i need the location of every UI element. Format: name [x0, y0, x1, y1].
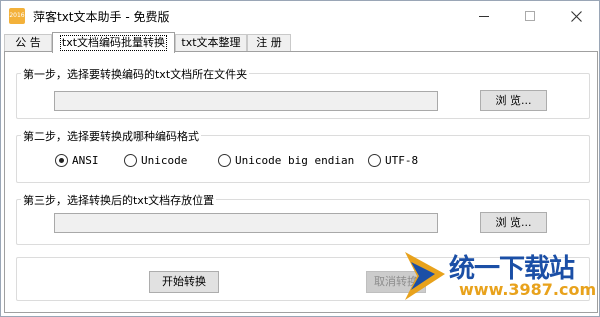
radio-unicode-big-endian[interactable]: Unicode big endian: [218, 154, 354, 167]
step1-group: 第一步，选择要转换编码的txt文档所在文件夹 浏 览...: [16, 66, 590, 119]
radio-unicode-circle[interactable]: [124, 154, 137, 167]
radio-unicode-label: Unicode: [141, 154, 188, 167]
tab-register[interactable]: 注 册: [247, 34, 291, 52]
maximize-icon: [525, 11, 535, 21]
source-folder-field[interactable]: [54, 91, 438, 111]
start-convert-button[interactable]: 开始转换: [149, 271, 219, 293]
tab-label: 注 册: [256, 36, 282, 49]
app-window: 2016 萍客txt文本助手 - 免费版 公 告 txt文档编码批量转换 txt…: [0, 0, 600, 317]
radio-unicode-big-endian-circle[interactable]: [218, 154, 231, 167]
window-title: 萍客txt文本助手 - 免费版: [33, 10, 170, 24]
watermark-logo-icon: [405, 252, 445, 300]
radio-ansi[interactable]: ANSI: [55, 154, 99, 167]
browse-source-button[interactable]: 浏 览...: [480, 90, 547, 111]
radio-unicode-big-endian-label: Unicode big endian: [235, 154, 355, 167]
step2-group: 第二步，选择要转换成哪种编码格式 ANSI Unicode Unicode bi…: [16, 128, 590, 183]
radio-utf8[interactable]: UTF-8: [368, 154, 418, 167]
maximize-button[interactable]: [507, 1, 553, 31]
minimize-button[interactable]: [461, 1, 507, 31]
tab-announcement[interactable]: 公 告: [4, 34, 52, 52]
radio-utf8-label: UTF-8: [385, 154, 419, 167]
app-icon: 2016: [9, 8, 25, 24]
tab-strip: 公 告 txt文档编码批量转换 txt文本整理 注 册: [4, 32, 598, 53]
tab-text-tidy[interactable]: txt文本整理: [175, 34, 247, 52]
close-button[interactable]: [553, 1, 599, 31]
radio-utf8-circle[interactable]: [368, 154, 381, 167]
output-folder-field[interactable]: [54, 213, 438, 233]
watermark-url: www.3987.com: [459, 280, 597, 299]
step3-legend: 第三步，选择转换后的txt文档存放位置: [21, 192, 217, 208]
radio-unicode[interactable]: Unicode: [124, 154, 187, 167]
radio-ansi-circle[interactable]: [55, 154, 68, 167]
tab-batch-encoding[interactable]: txt文档编码批量转换: [52, 32, 175, 53]
browse-output-button[interactable]: 浏 览...: [480, 212, 547, 233]
tab-label: 公 告: [15, 36, 41, 49]
tab-label: txt文本整理: [181, 36, 241, 49]
step3-group: 第三步，选择转换后的txt文档存放位置 浏 览...: [16, 192, 590, 245]
title-bar[interactable]: 2016 萍客txt文本助手 - 免费版: [1, 1, 599, 31]
step2-legend: 第二步，选择要转换成哪种编码格式: [21, 128, 201, 144]
close-icon: [570, 10, 582, 22]
radio-ansi-label: ANSI: [72, 154, 99, 167]
minimize-icon: [479, 15, 489, 17]
watermark: 统一下载站 www.3987.com: [401, 246, 600, 317]
tab-label: txt文档编码批量转换: [59, 35, 168, 51]
step1-legend: 第一步，选择要转换编码的txt文档所在文件夹: [21, 66, 250, 82]
